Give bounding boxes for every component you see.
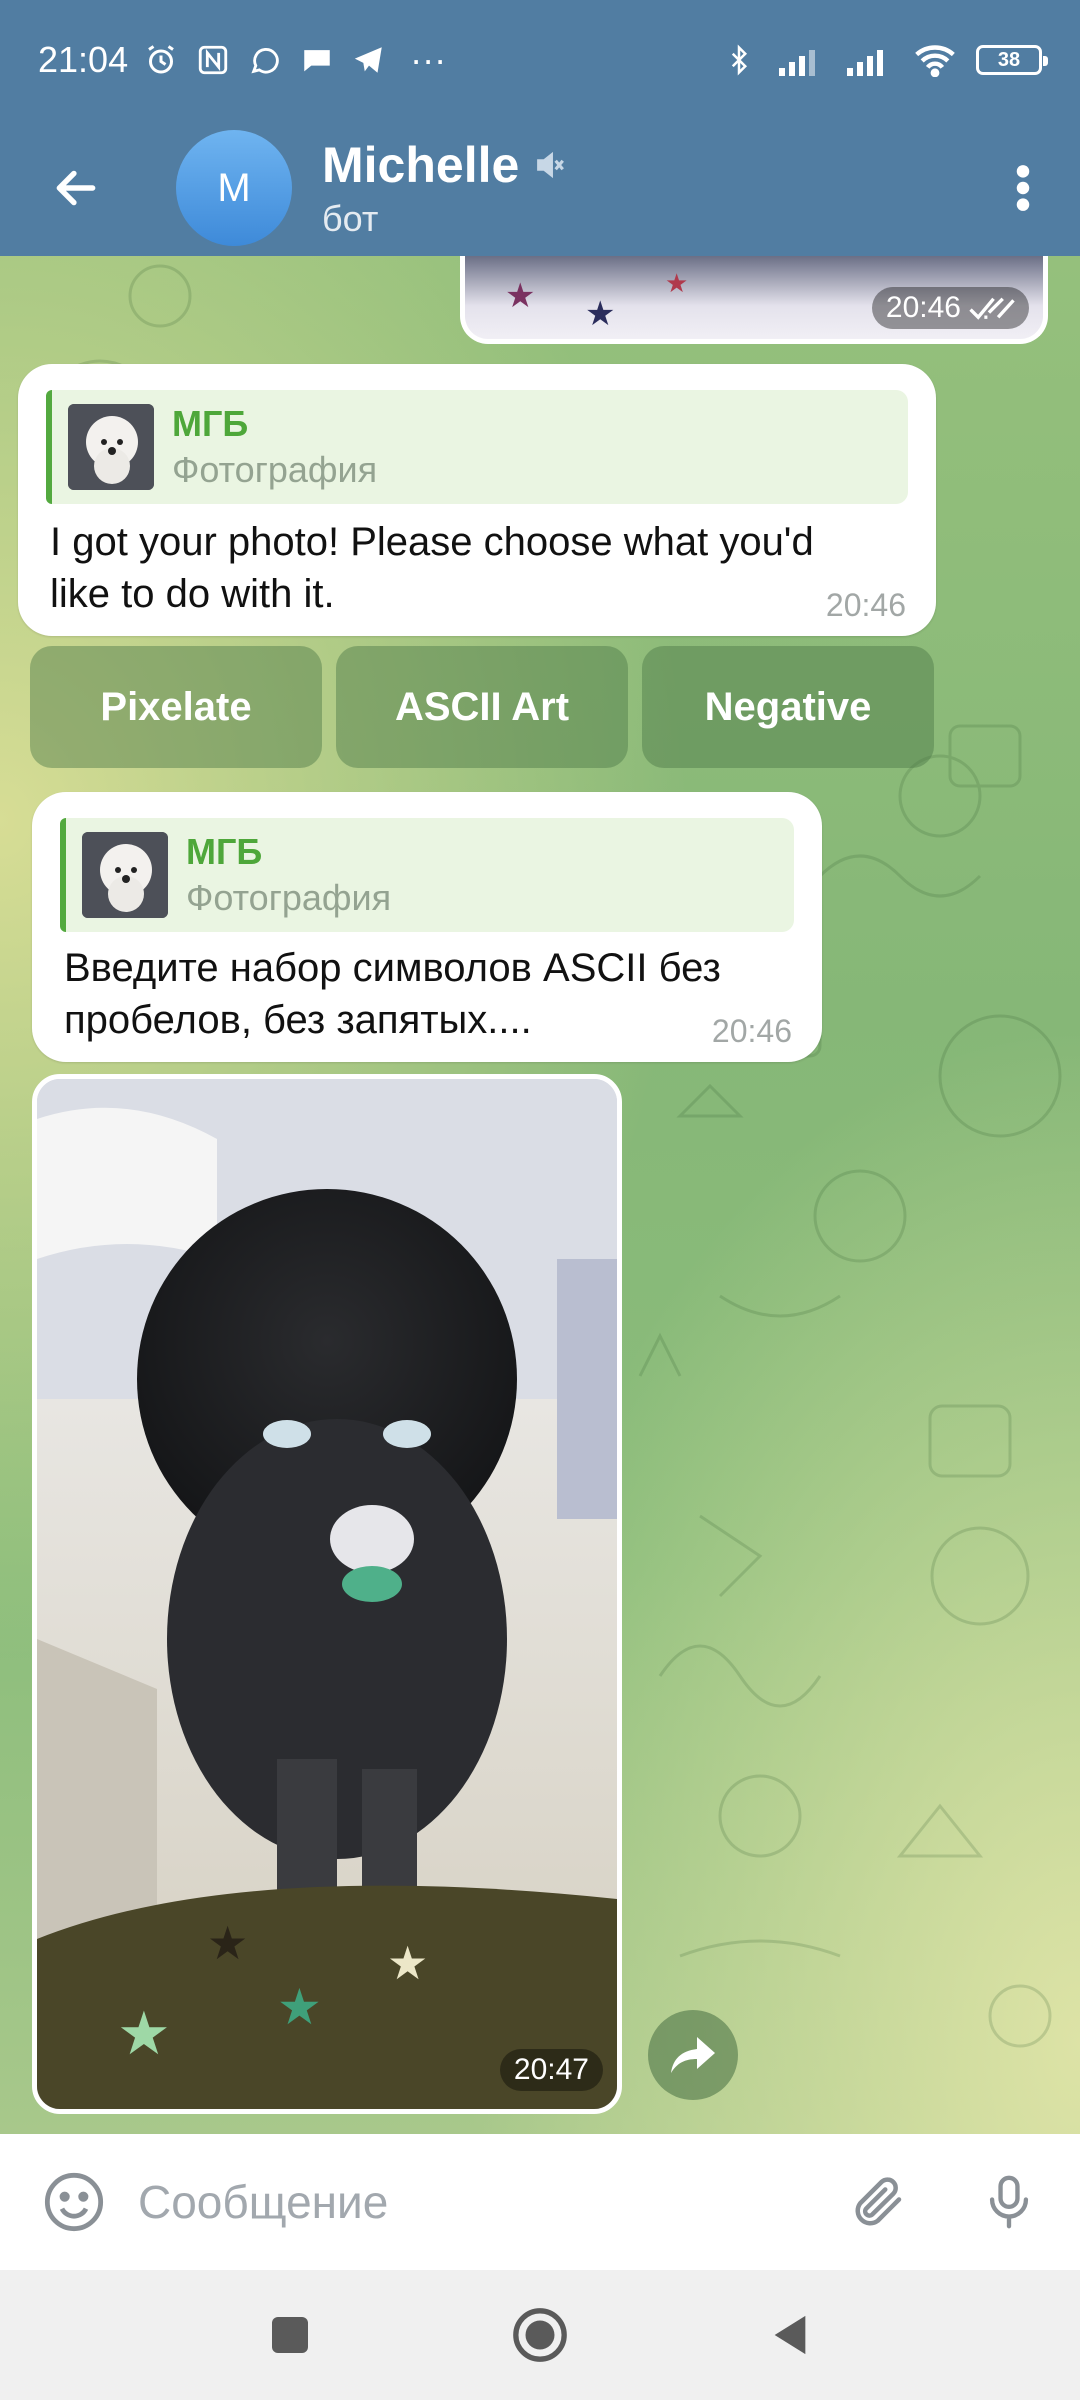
reply-preview[interactable]: МГБ Фотография [46, 390, 908, 504]
reply-type: Фотография [186, 877, 392, 918]
svg-text:★: ★ [387, 1936, 428, 1990]
mute-icon [537, 151, 565, 179]
photo-time: 20:47 [499, 2049, 603, 2091]
system-navigation-bar [0, 2270, 1080, 2400]
telegram-icon [350, 41, 388, 79]
signal-icon [776, 41, 826, 79]
star-pattern: ★ [665, 268, 689, 298]
reply-author: МГБ [172, 403, 249, 444]
message-text: I got your photo! Please choose what you… [50, 516, 814, 620]
chat-header: M Michelle бот [0, 120, 1080, 256]
telegram-chat-screen: 21:04 ··· 38 M Michelle бот ★ ★ ★ 20:46 … [0, 0, 1080, 2400]
home-button[interactable] [500, 2295, 580, 2375]
share-arrow-icon [671, 2037, 715, 2073]
more-options-button[interactable] [978, 128, 1068, 248]
arrow-left-icon [56, 170, 96, 206]
double-check-icon [969, 297, 1015, 320]
message-line: Введите набор символов ASCII без [64, 946, 721, 990]
chat-subtitle: бот [322, 198, 379, 239]
square-icon [272, 2317, 308, 2353]
attach-button[interactable] [834, 2157, 924, 2247]
chat-avatar[interactable]: M [176, 130, 292, 246]
inline-button-pixelate[interactable]: Pixelate [30, 646, 322, 768]
wifi-icon [912, 41, 958, 79]
more-vertical-icon [1016, 165, 1030, 211]
chat-title: Michelle [322, 137, 520, 193]
message-composer: Сообщение [0, 2134, 1080, 2270]
previous-photo-message[interactable]: ★ ★ ★ 20:46 [460, 256, 1048, 344]
bluetooth-icon [720, 41, 758, 79]
emoji-button[interactable] [34, 2162, 114, 2242]
svg-text:★: ★ [277, 1978, 322, 2036]
chat-icon [298, 41, 336, 79]
message-time: 20:46 [871, 287, 1029, 329]
message-text: Введите набор символов ASCII без пробело… [64, 942, 721, 1046]
paperclip-icon [855, 2177, 902, 2226]
circle-icon [513, 2308, 567, 2362]
message-line: пробелов, без запятых.... [64, 998, 532, 1042]
share-button[interactable] [648, 2010, 738, 2100]
signal-icon [844, 41, 894, 79]
svg-text:★: ★ [207, 1916, 248, 1970]
voice-record-button[interactable] [964, 2157, 1054, 2247]
back-button[interactable] [16, 128, 136, 248]
alarm-icon [142, 41, 180, 79]
reply-thumbnail [82, 832, 168, 918]
reply-thumbnail [68, 404, 154, 490]
inline-button-ascii-art[interactable]: ASCII Art [336, 646, 628, 768]
whatsapp-icon [246, 41, 284, 79]
triangle-back-icon [774, 2315, 806, 2355]
reply-preview[interactable]: МГБ Фотография [60, 818, 794, 932]
top-app-bar: 21:04 ··· 38 M Michelle бот [0, 0, 1080, 256]
nfc-icon [194, 41, 232, 79]
back-nav-button[interactable] [750, 2295, 830, 2375]
star-pattern: ★ [505, 277, 536, 315]
negative-dog-photo: ★ ★ ★ ★ [37, 1079, 617, 2109]
message-line: like to do with it. [50, 572, 335, 616]
inline-button-negative[interactable]: Negative [642, 646, 934, 768]
microphone-icon [989, 2175, 1029, 2229]
status-time: 21:04 [38, 39, 129, 80]
more-notifications: ··· [410, 39, 447, 80]
battery-icon: 38 [976, 45, 1048, 75]
status-bar: 21:04 ··· 38 [0, 0, 1080, 120]
chat-title-area[interactable]: Michelle бот [322, 136, 567, 240]
star-pattern: ★ [585, 295, 616, 333]
message-time: 20:46 [711, 1013, 792, 1049]
recents-button[interactable] [250, 2295, 330, 2375]
photo-message[interactable]: ★ ★ ★ ★ 20:47 [32, 1074, 622, 2114]
smile-icon [44, 2172, 104, 2232]
message-input[interactable]: Сообщение [138, 2175, 834, 2229]
message-bubble-2[interactable]: МГБ Фотография Введите набор символов AS… [32, 792, 822, 1062]
reply-author: МГБ [186, 831, 263, 872]
message-bubble-1[interactable]: МГБ Фотография I got your photo! Please … [18, 364, 936, 636]
svg-text:★: ★ [117, 1999, 171, 2069]
reply-type: Фотография [172, 449, 378, 490]
message-line: I got your photo! Please choose what you… [50, 520, 814, 564]
message-time: 20:46 [825, 587, 906, 623]
